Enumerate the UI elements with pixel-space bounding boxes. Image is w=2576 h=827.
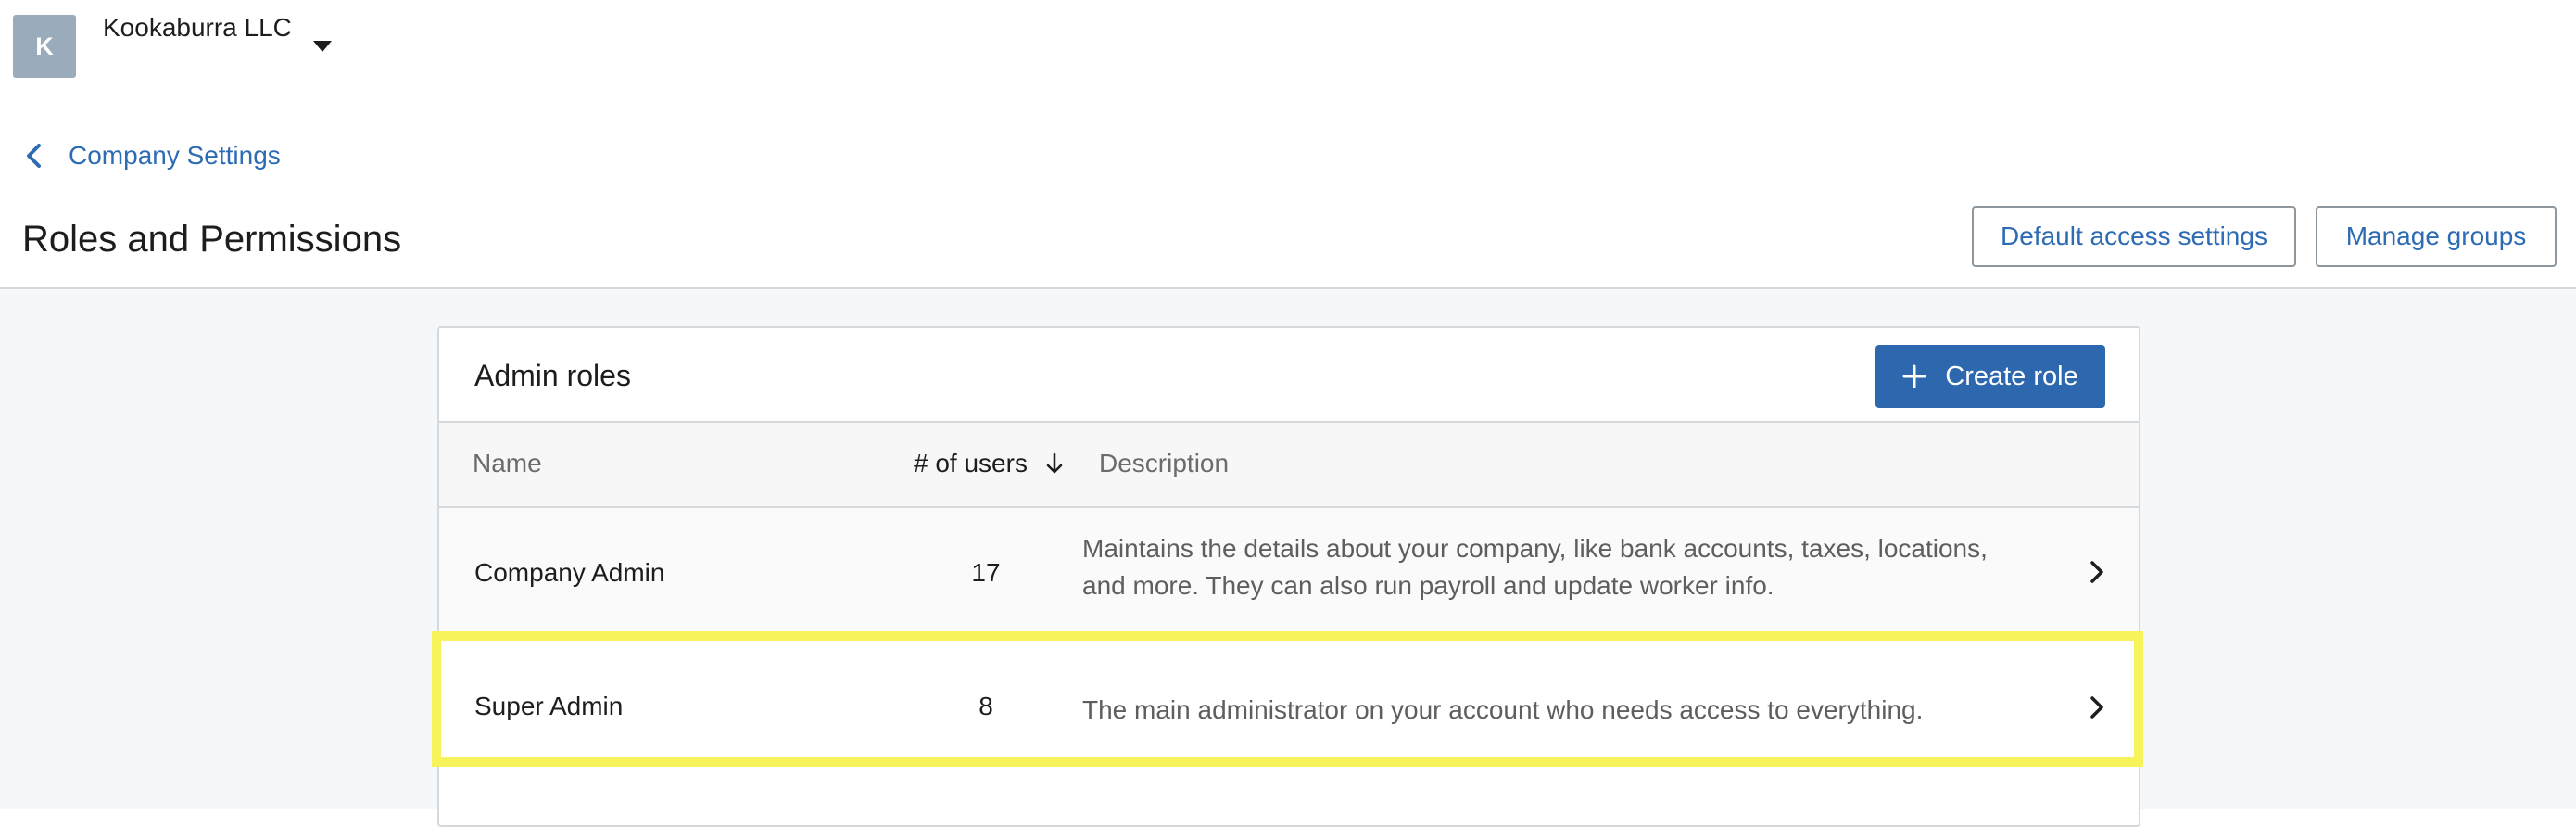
chevron-right-icon[interactable]	[2087, 556, 2107, 588]
manage-groups-button[interactable]: Manage groups	[2316, 206, 2557, 267]
table-row[interactable]: Company Admin 17 Maintains the details a…	[439, 508, 2139, 640]
default-access-settings-button[interactable]: Default access settings	[1972, 206, 2296, 267]
role-user-count: 17	[971, 558, 1001, 587]
page-title: Roles and Permissions	[22, 219, 402, 260]
avatar-initial: K	[35, 32, 54, 60]
chevron-right-icon[interactable]	[2087, 692, 2107, 723]
role-user-count: 8	[979, 692, 993, 720]
arrow-down-icon	[1046, 452, 1063, 474]
create-role-button[interactable]: Create role	[1875, 345, 2105, 408]
table-row[interactable]: Super Admin 8 The main administrator on …	[439, 640, 2139, 775]
column-header-name[interactable]: Name	[473, 449, 542, 478]
role-description: The main administrator on your account w…	[1082, 695, 1924, 724]
card-title: Admin roles	[474, 359, 631, 392]
company-name[interactable]: Kookaburra LLC	[103, 13, 292, 43]
table-header: Name # of users Description	[439, 423, 2139, 508]
back-to-company-settings-link[interactable]: Company Settings	[20, 137, 281, 174]
back-link-label: Company Settings	[69, 141, 281, 170]
role-name: Super Admin	[474, 692, 624, 720]
column-header-description[interactable]: Description	[1099, 449, 1229, 478]
role-name: Company Admin	[474, 558, 665, 587]
company-avatar[interactable]: K	[13, 15, 76, 78]
plus-icon	[1902, 364, 1926, 388]
admin-roles-card: Admin roles Create role Name # of users …	[437, 326, 2140, 827]
caret-down-icon[interactable]	[313, 41, 332, 52]
chevron-left-icon	[27, 144, 41, 168]
card-header: Admin roles Create role	[439, 328, 2139, 423]
column-header-users[interactable]: # of users	[914, 449, 1065, 478]
column-header-users-label: # of users	[914, 449, 1028, 477]
top-header: K Kookaburra LLC Company Settings Roles …	[0, 0, 2576, 289]
create-role-label: Create role	[1945, 361, 2078, 391]
role-description: Maintains the details about your company…	[1082, 534, 1988, 600]
